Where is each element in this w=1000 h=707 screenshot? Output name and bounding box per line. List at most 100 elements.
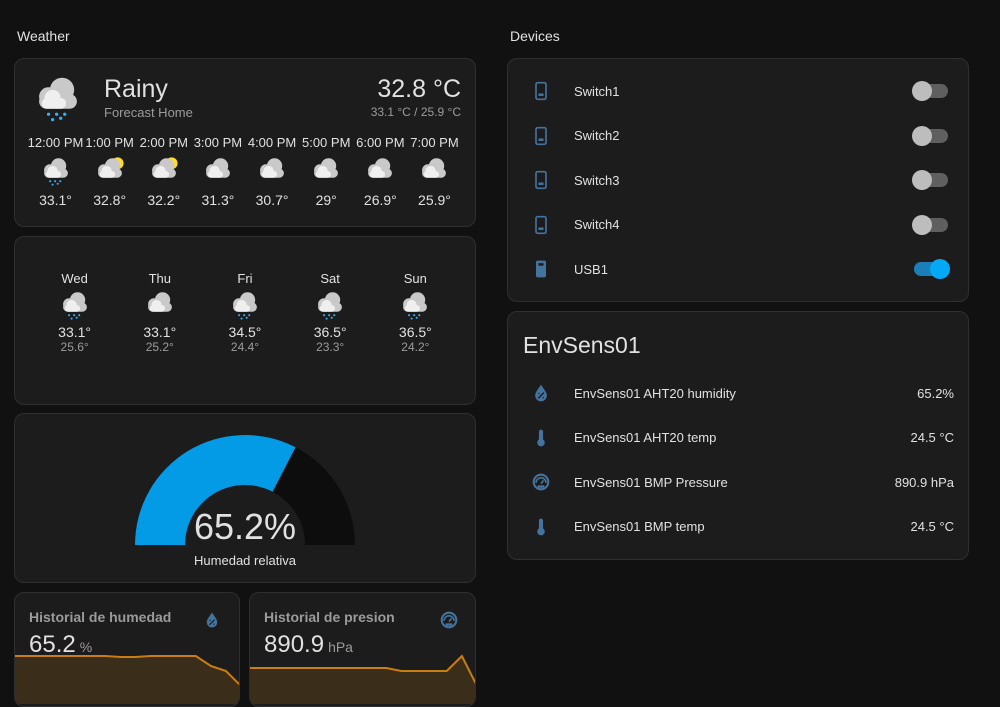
devices-section-title: Devices (510, 28, 560, 44)
forecast-day: Fri (237, 271, 253, 286)
forecast-day: Sat (320, 271, 340, 286)
cellphone-icon (531, 81, 551, 101)
daily-forecast-item: Sun 36.5° 24.2° (385, 271, 445, 354)
devices-card: Switch1 Switch2 Switch3 Switch4 USB1 (507, 58, 969, 302)
hourly-forecast-item: 7:00 PM 25.9° (408, 135, 461, 208)
forecast-high: 33.1° (58, 324, 92, 340)
sensor-value: 65.2% (917, 385, 954, 401)
forecast-low: 24.2° (401, 340, 430, 354)
water-percent-icon (203, 611, 221, 629)
usb-device-icon (531, 259, 551, 279)
weather-cloudy-icon (417, 154, 451, 188)
history-title: Historial de presion (264, 609, 395, 625)
humidity-gauge-card[interactable]: 65.2% Humedad relativa (14, 413, 476, 583)
history-title: Historial de humedad (29, 609, 172, 625)
sensor-row[interactable]: EnvSens01 BMP Pressure 890.9 hPa (508, 460, 968, 504)
sensor-name: EnvSens01 AHT20 temp (574, 430, 717, 445)
weather-rainy-icon (313, 288, 347, 322)
envsens-card: EnvSens01 EnvSens01 AHT20 humidity 65.2% E… (507, 311, 969, 560)
forecast-time: 4:00 PM (247, 135, 297, 150)
forecast-day: Sun (403, 271, 427, 286)
device-name[interactable]: Switch1 (574, 84, 914, 99)
forecast-temp: 26.9° (363, 192, 397, 208)
forecast-temp: 30.7° (255, 192, 289, 208)
device-name[interactable]: Switch3 (574, 173, 914, 188)
forecast-low: 24.4° (230, 340, 260, 354)
daily-forecast-item: Thu 33.1° 25.2° (130, 271, 190, 354)
device-name[interactable]: USB1 (574, 262, 914, 277)
hourly-forecast-item: 3:00 PM 31.3° (191, 135, 244, 208)
humidity-icon (531, 383, 551, 403)
weather-cloudy-icon (255, 154, 289, 188)
hourly-forecast-item: 4:00 PM 30.7° (246, 135, 299, 208)
device-toggle[interactable] (912, 125, 948, 146)
sensor-value: 24.5 °C (910, 519, 954, 534)
gauge-label: Humedad relativa (194, 553, 296, 568)
weather-cloudy-icon (201, 154, 235, 188)
device-row-usb1: USB1 (508, 247, 968, 291)
hourly-forecast-item: 12:00 PM 33.1° (27, 135, 84, 208)
hourly-forecast-item: 6:00 PM 26.9° (354, 135, 407, 208)
forecast-time: 12:00 PM (27, 135, 84, 150)
forecast-high: 33.1° (143, 324, 177, 340)
humidity-history-card[interactable]: Historial de humedad 65.2% (14, 592, 240, 707)
gauge-value: 65.2% (193, 506, 297, 547)
device-toggle[interactable] (914, 259, 950, 279)
forecast-day: Wed (61, 271, 88, 286)
forecast-time: 6:00 PM (356, 135, 405, 150)
device-toggle[interactable] (912, 170, 948, 190)
weather-forecast-card[interactable]: Rainy Forecast Home 32.8 °C 33.1 °C / 25… (14, 58, 476, 227)
forecast-high: 36.5° (398, 324, 432, 340)
weather-cloudy-icon (363, 154, 397, 188)
toggle-knob (930, 259, 950, 279)
forecast-temp: 33.1° (39, 192, 72, 208)
hourly-forecast: 12:00 PM 33.1° 1:00 PM 32.8° 2:00 PM 32.2° 3:0… (27, 135, 461, 208)
device-name[interactable]: Switch2 (574, 128, 914, 143)
sensor-row[interactable]: EnvSens01 AHT20 humidity 65.2% (508, 371, 968, 415)
weather-cloudy-icon (143, 288, 177, 322)
toggle-knob (912, 170, 932, 190)
sensor-value: 890.9 hPa (894, 474, 954, 490)
daily-forecast-item: Fri 34.5° 24.4° (215, 271, 275, 354)
toggle-knob (912, 214, 932, 235)
sensor-value: 24.5 °C (910, 430, 954, 445)
high-low-temperature: 33.1 °C / 25.9 °C (370, 105, 461, 119)
forecast-name: Forecast Home (104, 105, 193, 120)
daily-forecast-item: Wed 33.1° 25.6° (45, 271, 105, 354)
forecast-temp: 25.9° (418, 192, 451, 208)
forecast-temp: 32.2° (147, 192, 181, 208)
device-toggle[interactable] (912, 81, 948, 101)
forecast-low: 25.2° (145, 340, 174, 354)
hourly-forecast-item: 5:00 PM 29° (300, 135, 353, 208)
weather-cloudy-icon (309, 154, 343, 188)
forecast-temp: 32.8° (93, 192, 127, 208)
hourly-forecast-item: 2:00 PM 32.2° (137, 135, 190, 208)
forecast-temp: 31.3° (201, 192, 235, 208)
sensor-row[interactable]: EnvSens01 AHT20 temp 24.5 °C (508, 416, 968, 460)
daily-forecast-card[interactable]: Wed 33.1° 25.6° Thu 33.1° 25.2° Fri 34.5° 24.4° S… (14, 236, 476, 405)
toggle-knob (912, 125, 932, 146)
device-toggle[interactable] (912, 214, 948, 235)
pressure-history-card[interactable]: Historial de presion 890.9 hPa (249, 592, 476, 707)
cellphone-icon (531, 215, 551, 235)
forecast-time: 2:00 PM (139, 135, 188, 150)
cellphone-icon (531, 126, 551, 146)
device-row-switch3: Switch3 (508, 158, 968, 202)
device-name[interactable]: Switch4 (574, 217, 914, 232)
toggle-knob (912, 81, 932, 101)
sensor-name: EnvSens01 BMP Pressure (574, 474, 728, 490)
thermometer-icon (531, 517, 551, 537)
forecast-high: 34.5° (228, 324, 262, 340)
cellphone-icon (531, 170, 551, 190)
pressure-sparkline (250, 654, 475, 704)
sensor-row[interactable]: EnvSens01 BMP temp 24.5 °C (508, 505, 968, 549)
envsens-title: EnvSens01 (523, 332, 641, 358)
weather-rainy-icon (31, 71, 85, 125)
device-row-switch4: Switch4 (508, 203, 968, 247)
daily-forecast-item: Sat 36.5° 23.3° (300, 271, 360, 354)
weather-partly-cloudy-icon (147, 154, 181, 188)
gauge-icon (531, 472, 551, 492)
forecast-time: 5:00 PM (301, 135, 351, 150)
forecast-time: 7:00 PM (410, 135, 459, 150)
weather-condition: Rainy (104, 75, 168, 103)
